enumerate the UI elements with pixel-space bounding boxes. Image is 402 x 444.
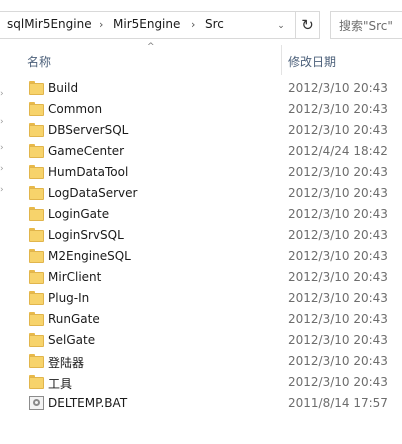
file-row-dbserversql[interactable]: DBServerSQL 2012/3/10 20:43 (0, 120, 402, 141)
file-date-modified: 2012/3/10 20:43 (288, 186, 388, 200)
file-date-modified: 2012/3/10 20:43 (288, 165, 388, 179)
refresh-icon: ↻ (301, 16, 314, 34)
file-row-common[interactable]: Common 2012/3/10 20:43 (0, 99, 402, 120)
folder-icon (29, 249, 44, 263)
file-row-rungate[interactable]: RunGate 2012/3/10 20:43 (0, 309, 402, 330)
file-row-logdataserver[interactable]: LogDataServer 2012/3/10 20:43 (0, 183, 402, 204)
file-date-modified: 2012/3/10 20:43 (288, 354, 388, 368)
file-name: Common (48, 102, 103, 116)
file-row-gamecenter[interactable]: GameCenter 2012/4/24 18:42 (0, 141, 402, 162)
file-row-build[interactable]: Build 2012/3/10 20:43 (0, 78, 402, 99)
folder-icon (29, 354, 44, 368)
file-row-deltemp-bat[interactable]: DELTEMP.BAT 2011/8/14 17:57 (0, 393, 402, 414)
folder-icon (29, 207, 44, 221)
file-name: HumDataTool (48, 165, 129, 179)
file-date-modified: 2012/3/10 20:43 (288, 291, 388, 305)
file-date-modified: 2012/3/10 20:43 (288, 228, 388, 242)
file-row-selgate[interactable]: SelGate 2012/3/10 20:43 (0, 330, 402, 351)
address-bar[interactable]: sqlMir5Engine › Mir5Engine › Src ⌄ (0, 11, 296, 39)
folder-icon (29, 291, 44, 305)
file-name: DBServerSQL (48, 123, 129, 137)
file-name: Plug-In (48, 291, 90, 305)
breadcrumb-separator-icon[interactable]: › (99, 18, 103, 31)
file-date-modified: 2012/3/10 20:43 (288, 375, 388, 389)
folder-icon (29, 81, 44, 95)
file-row-plug-in[interactable]: Plug-In 2012/3/10 20:43 (0, 288, 402, 309)
column-headers: ^ 名称 修改日期 (0, 42, 402, 75)
file-date-modified: 2012/3/10 20:43 (288, 81, 388, 95)
folder-icon (29, 102, 44, 116)
file-name: GameCenter (48, 144, 125, 158)
file-date-modified: 2012/3/10 20:43 (288, 207, 388, 221)
breadcrumb-src[interactable]: Src (205, 17, 224, 31)
file-name: 工具 (48, 377, 73, 391)
address-history-dropdown-icon[interactable]: ⌄ (270, 12, 292, 40)
refresh-button[interactable]: ↻ (296, 11, 320, 39)
folder-icon (29, 144, 44, 158)
file-name: M2EngineSQL (48, 249, 131, 263)
file-date-modified: 2012/3/10 20:43 (288, 270, 388, 284)
file-row-mirclient[interactable]: MirClient 2012/3/10 20:43 (0, 267, 402, 288)
column-header-date-modified[interactable]: 修改日期 (288, 53, 336, 70)
folder-icon (29, 312, 44, 326)
file-row-humdatatool[interactable]: HumDataTool 2012/3/10 20:43 (0, 162, 402, 183)
file-date-modified: 2012/3/10 20:43 (288, 249, 388, 263)
sort-ascending-icon: ^ (147, 42, 155, 52)
file-date-modified: 2012/4/24 18:42 (288, 144, 388, 158)
folder-icon (29, 165, 44, 179)
file-date-modified: 2011/8/14 17:57 (288, 396, 388, 410)
file-name: MirClient (48, 270, 102, 284)
address-bar-row: sqlMir5Engine › Mir5Engine › Src ⌄ ↻ 搜索"… (0, 11, 402, 41)
folder-icon (29, 186, 44, 200)
file-name: 登陆器 (48, 356, 85, 370)
column-header-name[interactable]: 名称 (27, 53, 51, 70)
folder-icon (29, 333, 44, 347)
file-date-modified: 2012/3/10 20:43 (288, 333, 388, 347)
file-name: RunGate (48, 312, 100, 326)
file-name: LogDataServer (48, 186, 138, 200)
file-name: Build (48, 81, 79, 95)
file-name: SelGate (48, 333, 96, 347)
file-date-modified: 2012/3/10 20:43 (288, 123, 388, 137)
search-placeholder: 搜索"Src" (339, 19, 393, 33)
folder-icon (29, 228, 44, 242)
file-name: DELTEMP.BAT (48, 396, 128, 410)
folder-icon (29, 270, 44, 284)
breadcrumb-mir5engine[interactable]: Mir5Engine (113, 17, 180, 31)
folder-icon (29, 123, 44, 137)
file-row-tools[interactable]: 工具 2012/3/10 20:43 (0, 372, 402, 393)
file-date-modified: 2012/3/10 20:43 (288, 312, 388, 326)
file-row-launcher[interactable]: 登陆器 2012/3/10 20:43 (0, 351, 402, 372)
file-row-m2enginesql[interactable]: M2EngineSQL 2012/3/10 20:43 (0, 246, 402, 267)
file-date-modified: 2012/3/10 20:43 (288, 102, 388, 116)
file-name: LoginGate (48, 207, 110, 221)
bat-file-icon (29, 396, 44, 410)
column-divider[interactable] (281, 45, 282, 75)
breadcrumb-sqlmir5engine[interactable]: sqlMir5Engine (7, 17, 92, 31)
file-row-logingate[interactable]: LoginGate 2012/3/10 20:43 (0, 204, 402, 225)
breadcrumb-separator-icon[interactable]: › (191, 18, 195, 31)
search-box[interactable]: 搜索"Src" (330, 11, 402, 39)
folder-icon (29, 375, 44, 389)
file-row-loginsrvsql[interactable]: LoginSrvSQL 2012/3/10 20:43 (0, 225, 402, 246)
file-name: LoginSrvSQL (48, 228, 124, 242)
